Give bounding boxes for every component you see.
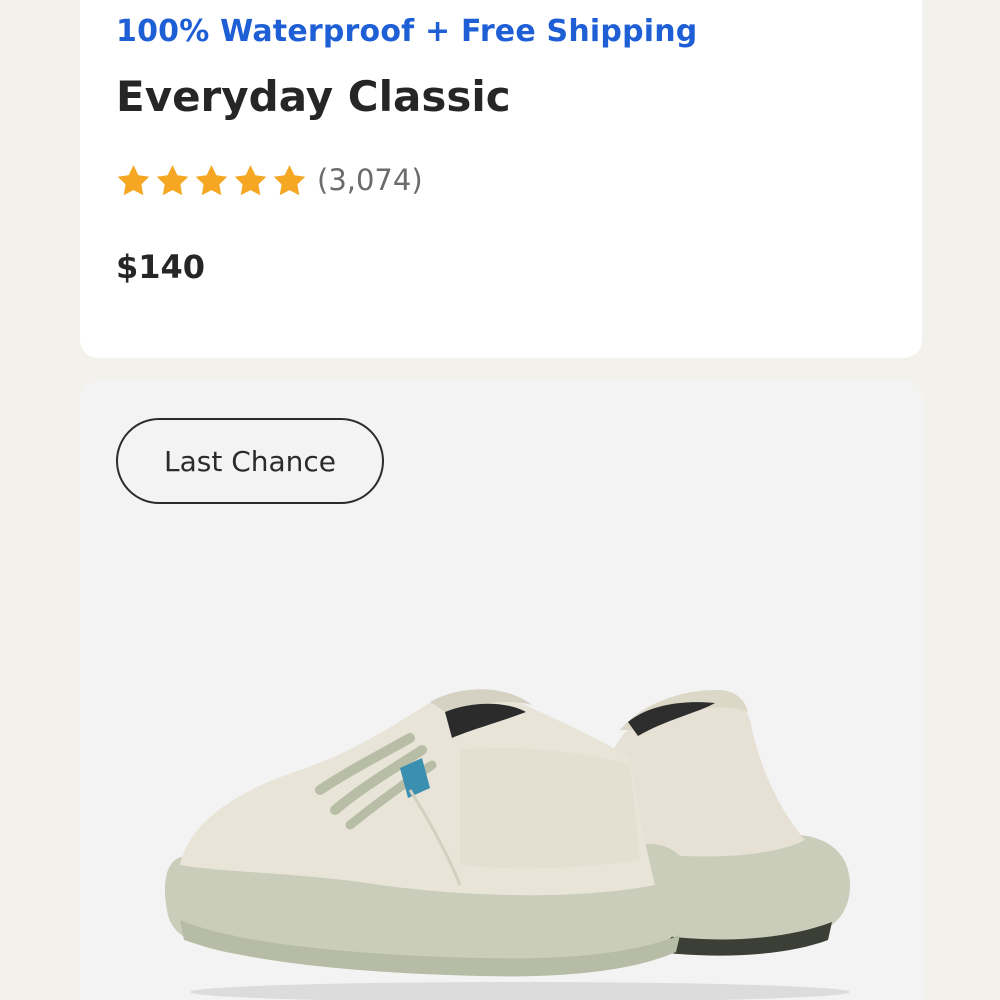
rating-stars xyxy=(116,164,307,197)
star-icon xyxy=(194,164,229,197)
sneaker-image[interactable] xyxy=(160,660,860,1000)
rating-row[interactable]: (3,074) xyxy=(116,160,423,200)
star-icon xyxy=(155,164,190,197)
promo-text: 100% Waterproof + Free Shipping xyxy=(116,14,698,49)
star-icon xyxy=(233,164,268,197)
star-icon xyxy=(116,164,151,197)
product-title: Everyday Classic xyxy=(116,72,511,121)
product-price: $140 xyxy=(116,248,206,286)
review-count[interactable]: (3,074) xyxy=(317,163,423,197)
product-page: 100% Waterproof + Free Shipping Everyday… xyxy=(0,0,1000,1000)
star-icon xyxy=(272,164,307,197)
last-chance-badge: Last Chance xyxy=(116,418,384,504)
